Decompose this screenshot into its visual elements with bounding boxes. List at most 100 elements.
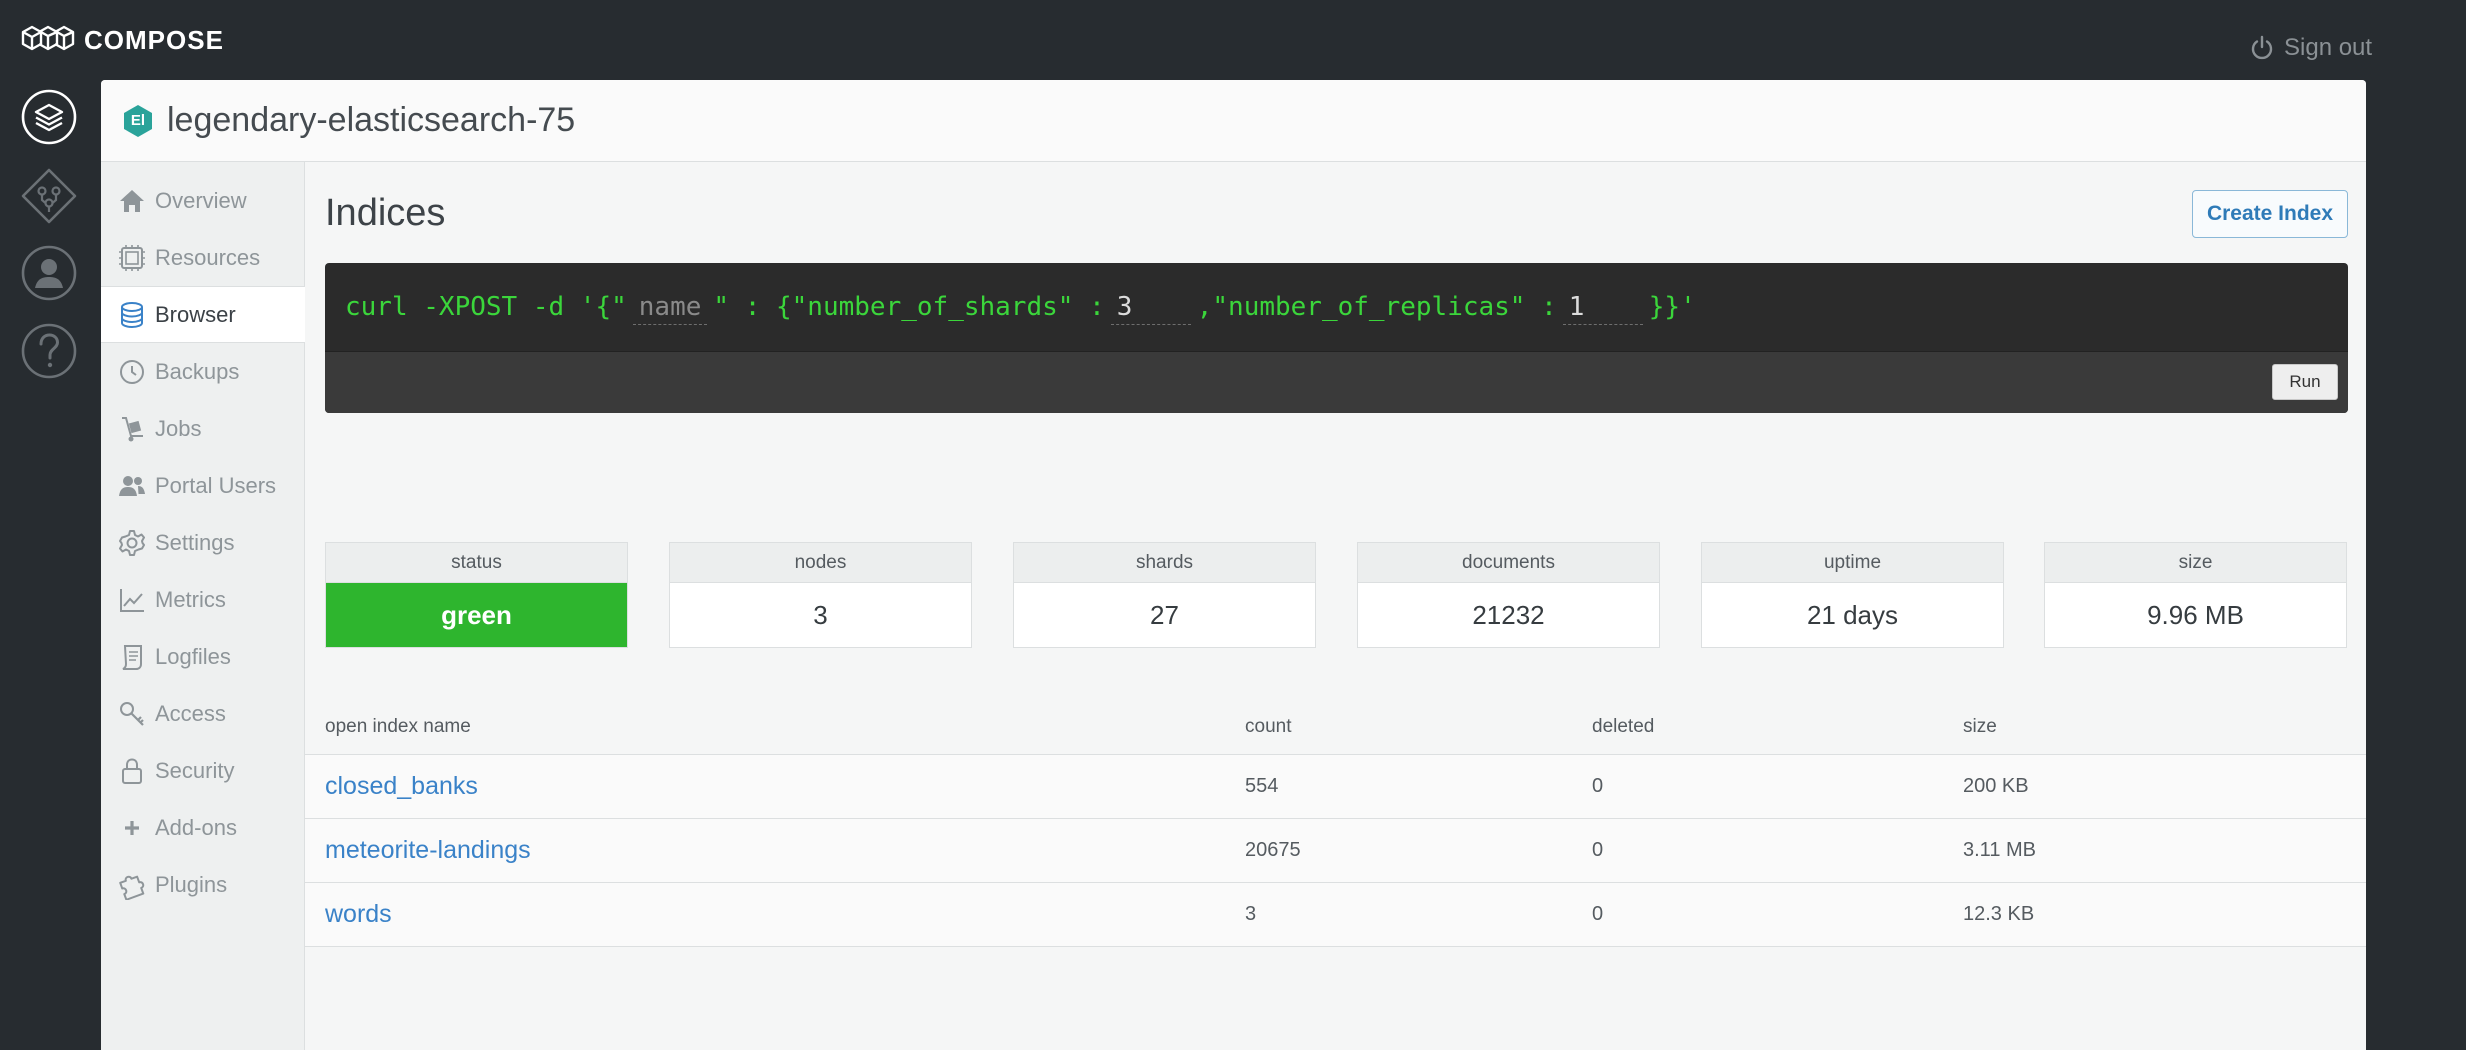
rail-help[interactable] — [20, 322, 78, 380]
chip-icon — [119, 244, 145, 271]
sidebar-item-access[interactable]: Access — [101, 685, 304, 742]
index-deleted: 0 — [1592, 839, 1604, 861]
history-icon — [120, 359, 144, 384]
index-deleted: 0 — [1592, 775, 1604, 797]
account-icon — [21, 245, 77, 301]
index-size: 3.11 MB — [1963, 839, 2036, 861]
sidebar-item-resources[interactable]: Resources — [101, 229, 304, 286]
index-size: 200 KB — [1963, 775, 2029, 797]
command-prefix: curl -XPOST -d '{" — [345, 292, 627, 322]
power-icon — [2251, 35, 2273, 60]
sidebar-item-label: Jobs — [155, 415, 202, 441]
sign-out-button[interactable]: Sign out — [2248, 32, 2372, 64]
deployment-panel: El legendary-elasticsearch-75 Overview R… — [101, 80, 2366, 1050]
stat-label: uptime — [1702, 543, 2003, 583]
console-footer: Run — [325, 351, 2348, 413]
command-middle: " : {"number_of_shards" : — [713, 292, 1105, 322]
table-header: open index name count deleted size — [305, 700, 2366, 755]
deployments-icon — [21, 89, 77, 145]
sidebar-item-label: Metrics — [155, 586, 226, 612]
column-header-size[interactable]: size — [1963, 700, 1997, 754]
sidebar-item-label: Overview — [155, 187, 247, 213]
sidebar-item-label: Portal Users — [155, 472, 277, 498]
sidebar-item-browser[interactable]: Browser — [101, 286, 305, 343]
gear-icon — [119, 529, 145, 556]
create-index-button[interactable]: Create Index — [2192, 190, 2348, 238]
status-badge: green — [326, 583, 627, 647]
index-deleted: 0 — [1592, 903, 1604, 925]
index-count: 20675 — [1245, 839, 1301, 861]
column-header-deleted[interactable]: deleted — [1592, 700, 1654, 754]
key-icon — [120, 701, 144, 726]
puzzle-icon — [119, 875, 145, 900]
sidebar-item-backups[interactable]: Backups — [101, 343, 304, 400]
table-row: words 3 0 12.3 KB — [305, 883, 2366, 947]
browser-content: Indices Create Index curl -XPOST -d '{" n… — [305, 162, 2366, 1050]
sidebar-item-label: Logfiles — [155, 643, 231, 669]
sidebar-item-security[interactable]: Security — [101, 742, 304, 799]
sidebar-item-portal-users[interactable]: Portal Users — [101, 457, 304, 514]
elasticsearch-badge: El — [121, 104, 155, 138]
deployment-name: legendary-elasticsearch-75 — [167, 101, 576, 139]
home-icon — [120, 189, 144, 212]
index-link[interactable]: meteorite-landings — [325, 819, 531, 882]
badge-label: El — [130, 112, 146, 129]
brand[interactable]: COMPOSE — [20, 20, 224, 60]
sidebar-item-metrics[interactable]: Metrics — [101, 571, 304, 628]
stat-status: status green — [325, 542, 628, 648]
replicas-input[interactable]: 1 — [1562, 290, 1643, 325]
command-suffix: }}' — [1648, 292, 1696, 322]
sidebar-item-settings[interactable]: Settings — [101, 514, 304, 571]
sidebar-item-add-ons[interactable]: Add-ons — [101, 799, 304, 856]
index-count: 3 — [1245, 903, 1257, 925]
stat-value: 21232 — [1472, 599, 1545, 630]
command-line: curl -XPOST -d '{" name " : {"number_of_sh… — [325, 263, 2348, 351]
rail-account[interactable] — [20, 244, 78, 302]
sidebar-item-jobs[interactable]: Jobs — [101, 400, 304, 457]
stat-nodes: nodes 3 — [669, 542, 972, 648]
stat-uptime: uptime 21 days — [1701, 542, 2004, 648]
rail-deployments[interactable] — [20, 88, 78, 146]
sign-out-label: Sign out — [2284, 34, 2373, 61]
sidebar-item-label: Settings — [155, 529, 235, 555]
column-header-name[interactable]: open index name — [325, 700, 471, 754]
services-icon — [21, 168, 77, 224]
sidebar-item-label: Access — [155, 700, 226, 726]
sidebar-item-label: Backups — [155, 358, 240, 384]
help-icon — [21, 323, 77, 379]
sidebar-item-logfiles[interactable]: Logfiles — [101, 628, 304, 685]
sidebar-item-plugins[interactable]: Plugins — [101, 856, 304, 913]
sidebar-item-label: Add-ons — [155, 814, 237, 840]
hand-truck-icon — [122, 416, 143, 441]
compose-logo-icon — [21, 25, 75, 51]
column-header-count[interactable]: count — [1245, 700, 1291, 754]
plus-icon — [125, 820, 139, 835]
index-size: 12.3 KB — [1963, 903, 2035, 925]
stat-label: shards — [1014, 543, 1315, 583]
indices-table: open index name count deleted size close… — [305, 700, 2366, 947]
table-row: closed_banks 554 0 200 KB — [305, 755, 2366, 819]
command-console: curl -XPOST -d '{" name " : {"number_of_sh… — [325, 263, 2348, 413]
index-link[interactable]: words — [325, 883, 392, 946]
sidebar-item-label: Security — [155, 757, 235, 783]
page-title: Indices — [325, 192, 446, 234]
stat-value: 27 — [1150, 599, 1179, 630]
stat-label: nodes — [670, 543, 971, 583]
stat-documents: documents 21232 — [1357, 542, 1660, 648]
sidebar-item-label: Browser — [155, 301, 236, 327]
index-link[interactable]: closed_banks — [325, 755, 478, 818]
index-name-input[interactable]: name — [632, 290, 708, 325]
run-button[interactable]: Run — [2272, 364, 2338, 400]
brand-name: COMPOSE — [84, 24, 224, 55]
scroll-icon — [122, 644, 142, 670]
stat-label: size — [2045, 543, 2346, 583]
rail-services[interactable] — [20, 167, 78, 225]
sidebar-item-label: Plugins — [155, 871, 228, 897]
sidebar-item-overview[interactable]: Overview — [101, 172, 304, 229]
database-icon — [121, 301, 143, 328]
lock-icon — [122, 757, 142, 784]
shards-input[interactable]: 3 — [1110, 290, 1191, 325]
stat-shards: shards 27 — [1013, 542, 1316, 648]
stat-label: documents — [1358, 543, 1659, 583]
line-chart-icon — [120, 588, 144, 612]
